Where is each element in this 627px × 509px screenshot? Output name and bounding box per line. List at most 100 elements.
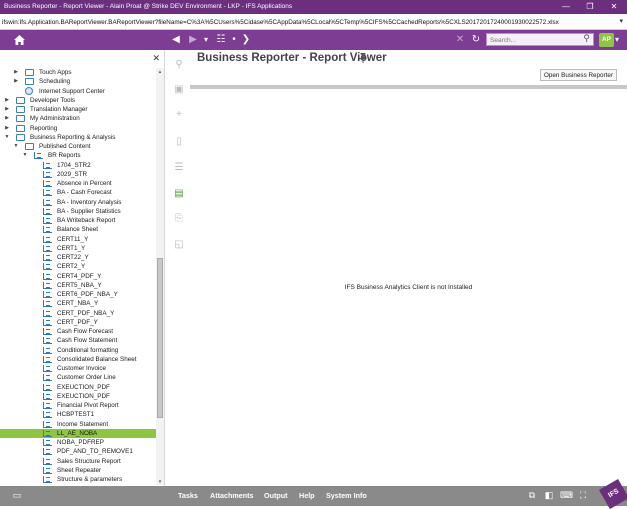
tree-item[interactable]: BA - Inventory Analysis <box>0 198 156 207</box>
tree-item[interactable]: Internet Support Center <box>0 87 156 96</box>
footer-output[interactable]: Output <box>264 486 288 506</box>
tree-item-label: Published Content <box>39 143 91 150</box>
tree-item[interactable]: ▶ Translation Manager <box>0 105 156 114</box>
tree-item[interactable]: BA Writeback Report <box>0 216 156 225</box>
restore-button[interactable]: ❐ <box>580 0 600 14</box>
tree-item[interactable]: Consolidated Balance Sheet <box>0 355 156 364</box>
expand-arrow-icon[interactable]: ▶ <box>4 114 10 123</box>
tree-item-label: CERT_PDF_Y <box>57 318 98 326</box>
search-icon[interactable]: ⚲ <box>583 33 590 44</box>
tree-item[interactable]: CERT2_Y <box>0 262 156 271</box>
keyboard-icon[interactable]: ⌨ <box>560 489 573 501</box>
tree-item[interactable]: Income Statement <box>0 420 156 429</box>
tree-item[interactable]: Absence in Percent <box>0 179 156 188</box>
pin-icon[interactable] <box>359 53 367 65</box>
footer-help[interactable]: Help <box>299 486 315 506</box>
collapse-arrow-icon[interactable]: ▼ <box>13 142 19 151</box>
tree-item[interactable]: Balance Sheet <box>0 225 156 234</box>
tree-item[interactable]: BA - Supplier Statistics <box>0 207 156 216</box>
expand-arrow-icon[interactable]: ▶ <box>4 124 10 133</box>
tree-item[interactable]: Cash Flow Statement <box>0 336 156 345</box>
history-dropdown-icon[interactable]: ▾ <box>202 30 210 50</box>
address-dropdown-icon[interactable]: ▾ <box>619 17 623 25</box>
tree-item[interactable]: CERT22_Y <box>0 253 156 262</box>
address-input[interactable] <box>2 16 612 28</box>
tree-item-label: My Administration <box>30 115 80 123</box>
tree-item[interactable]: HCBPTEST1 <box>0 410 156 419</box>
scroll-up-icon[interactable]: ▲ <box>157 69 163 74</box>
navigator-scrollbar[interactable]: ▲ ▼ <box>156 68 164 485</box>
tree-item[interactable]: Sheet Repeater <box>0 466 156 475</box>
open-business-reporter-button[interactable]: Open Business Reporter <box>540 69 617 81</box>
expand-arrow-icon[interactable]: ▶ <box>13 68 19 77</box>
tree-item[interactable]: BA - Cash Forecast <box>0 188 156 197</box>
delete-icon[interactable]: ▯ <box>172 135 186 149</box>
tree-item[interactable]: ▶ Touch Apps <box>0 68 156 77</box>
tree-item[interactable]: Customer Invoice <box>0 364 156 373</box>
expand-arrow-icon[interactable]: ▶ <box>4 96 10 105</box>
tree-item[interactable]: Cash Flow Forecast <box>0 327 156 336</box>
expand-arrow-icon[interactable]: ▶ <box>13 77 19 86</box>
tree-item-label: Income Statement <box>57 420 109 428</box>
tree-item[interactable]: CERT1_Y <box>0 244 156 253</box>
expand-arrow-icon[interactable]: ▶ <box>4 105 10 114</box>
tree-item[interactable]: Customer Order Line <box>0 373 156 382</box>
more-icon[interactable]: • <box>229 30 239 50</box>
tree-item[interactable]: CERT6_PDF_NBA_Y <box>0 290 156 299</box>
tree-item[interactable]: Structure & parameters <box>0 475 156 484</box>
tree-item[interactable]: CERT_NBA_Y <box>0 299 156 308</box>
tree-item[interactable]: CERT4_PDF_Y <box>0 272 156 281</box>
tree-item[interactable]: ▼ Published Content <box>0 142 156 151</box>
chat-icon[interactable]: ▭ <box>11 489 23 501</box>
tree-item[interactable]: NOBA_PDFREP <box>0 438 156 447</box>
tree-item[interactable]: CERT5_NBA_Y <box>0 281 156 290</box>
attach-icon[interactable]: ⎘ <box>172 212 186 226</box>
windows-icon[interactable]: ⧉ <box>526 489 538 501</box>
tree-item[interactable]: ▶ Scheduling <box>0 77 156 86</box>
search-field-icon[interactable]: ⚲ <box>172 58 186 72</box>
forward-icon[interactable]: ▶ <box>187 30 199 50</box>
sidebar-toggle-icon[interactable]: ◧ <box>543 489 555 501</box>
footer-tasks[interactable]: Tasks <box>178 486 198 506</box>
user-avatar[interactable]: AP <box>599 33 614 47</box>
clear-icon[interactable]: ✕ <box>454 30 466 50</box>
scroll-thumb[interactable] <box>157 258 163 418</box>
chevron-right-icon[interactable]: ❯ <box>240 30 252 50</box>
tree-item[interactable]: CERT_PDF_Y <box>0 318 156 327</box>
close-navigator-icon[interactable]: ✕ <box>152 53 160 64</box>
search-input[interactable] <box>490 35 578 45</box>
tree-item[interactable]: Sales Structure Report <box>0 457 156 466</box>
tree-item[interactable]: ▼ Business Reporting & Analysis <box>0 133 156 142</box>
save-icon[interactable]: ▣ <box>172 83 186 97</box>
tree-item[interactable]: ▶ Reporting <box>0 124 156 133</box>
tree-item[interactable]: CERT11_Y <box>0 235 156 244</box>
tree-item[interactable]: ▶ Developer Tools <box>0 96 156 105</box>
tree-item[interactable]: 1704_STR2 <box>0 161 156 170</box>
tree-item[interactable]: ▶ My Administration <box>0 114 156 123</box>
collapse-arrow-icon[interactable]: ▼ <box>22 151 28 160</box>
note-icon[interactable]: ◱ <box>172 238 186 252</box>
tree-item[interactable]: ▼ BR Reports <box>0 151 156 160</box>
footer-attachments[interactable]: Attachments <box>210 486 254 506</box>
minimize-button[interactable]: — <box>556 0 576 14</box>
collapse-arrow-icon[interactable]: ▼ <box>4 133 10 142</box>
list-icon[interactable]: ☰ <box>172 161 186 175</box>
tree-item[interactable]: 2029_STR <box>0 170 156 179</box>
avatar-menu-icon[interactable]: ▾ <box>615 33 619 47</box>
fullscreen-icon[interactable]: ⛶ <box>577 489 589 501</box>
tree-item[interactable]: PDF_AND_TO_REMOVE1 <box>0 447 156 456</box>
footer-system-info[interactable]: System Info <box>326 486 367 506</box>
apps-grid-icon[interactable]: ☷ <box>214 30 228 50</box>
back-icon[interactable]: ◀ <box>170 30 182 50</box>
close-window-button[interactable]: ✕ <box>604 0 624 14</box>
refresh-icon[interactable]: ↻ <box>470 30 482 50</box>
tree-item[interactable]: CERT_PDF_NBA_Y <box>0 309 156 318</box>
tree-item[interactable]: EXEUCTION_PDF <box>0 392 156 401</box>
tree-item[interactable]: LL_AE_NOBA <box>0 428 156 438</box>
add-icon[interactable]: + <box>172 108 186 122</box>
tree-item[interactable]: Conditional formatting <box>0 346 156 355</box>
tree-item[interactable]: Financial Pivot Report <box>0 401 156 410</box>
tree-item[interactable]: EXEUCTION_PDF <box>0 383 156 392</box>
details-icon[interactable]: ▤ <box>172 187 186 201</box>
scroll-down-icon[interactable]: ▼ <box>157 479 163 484</box>
